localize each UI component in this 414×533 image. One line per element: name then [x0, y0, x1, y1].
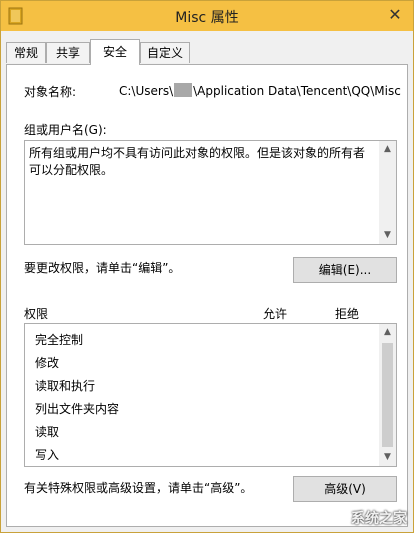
group-scrollbar[interactable]: ▲ ▼ — [379, 141, 396, 244]
security-panel: 对象名称: C:\Users\ \Application Data\Tencent… — [6, 64, 408, 527]
scroll-thumb[interactable] — [382, 343, 393, 447]
permissions-header: 权限 — [24, 307, 49, 321]
permission-write: 写入 — [35, 448, 60, 462]
scroll-up-icon[interactable]: ▲ — [379, 324, 396, 341]
permission-read: 读取 — [35, 425, 60, 439]
properties-window: Misc 属性 ✕ 常规 共享 安全 自定义 对象名称: C:\Users\ \A… — [0, 0, 414, 533]
tab-strip: 常规 共享 安全 自定义 — [6, 39, 408, 65]
window-title: Misc 属性 — [175, 10, 239, 26]
advanced-button[interactable]: 高级(V) — [293, 476, 397, 502]
group-label: 组或用户名(G): — [24, 123, 107, 137]
allow-header: 允许 — [263, 307, 288, 321]
tab-sharing[interactable]: 共享 — [46, 42, 90, 63]
tab-general[interactable]: 常规 — [6, 42, 46, 63]
edit-button[interactable]: 编辑(E)... — [293, 257, 397, 283]
permission-full-control: 完全控制 — [35, 333, 84, 347]
scroll-down-icon[interactable]: ▼ — [379, 227, 396, 244]
watermark-logo: 系统之家 — [351, 511, 407, 527]
scroll-up-icon[interactable]: ▲ — [379, 141, 396, 158]
title-bar[interactable]: Misc 属性 ✕ — [1, 1, 413, 31]
advanced-hint: 有关特殊权限或高级设置，请单击“高级”。 — [24, 481, 253, 495]
object-path-prefix: C:\Users\ — [119, 84, 174, 98]
change-hint: 要更改权限，请单击“编辑”。 — [24, 261, 181, 275]
scroll-down-icon[interactable]: ▼ — [379, 449, 396, 466]
redacted-username — [174, 83, 193, 97]
permissions-list: 完全控制 修改 读取和执行 列出文件夹内容 读取 写入 ▲ ▼ — [24, 323, 397, 467]
tab-customize[interactable]: 自定义 — [140, 42, 190, 63]
group-list[interactable]: 所有组或用户均不具有访问此对象的权限。但是该对象的所有者可以分配权限。 ▲ ▼ — [24, 140, 397, 245]
close-icon[interactable]: ✕ — [383, 4, 407, 26]
object-path-suffix: \Application Data\Tencent\QQ\Misc — [193, 84, 401, 98]
permission-read-execute: 读取和执行 — [35, 379, 96, 393]
deny-header: 拒绝 — [335, 307, 360, 321]
permission-list-folder: 列出文件夹内容 — [35, 402, 120, 416]
permission-modify: 修改 — [35, 356, 60, 370]
tab-security[interactable]: 安全 — [90, 39, 140, 65]
object-name-label: 对象名称: — [24, 85, 77, 99]
permissions-scrollbar[interactable]: ▲ ▼ — [379, 324, 396, 466]
group-message: 所有组或用户均不具有访问此对象的权限。但是该对象的所有者可以分配权限。 — [29, 146, 366, 177]
object-path: C:\Users\ \Application Data\Tencent\QQ\Mi… — [119, 83, 401, 98]
